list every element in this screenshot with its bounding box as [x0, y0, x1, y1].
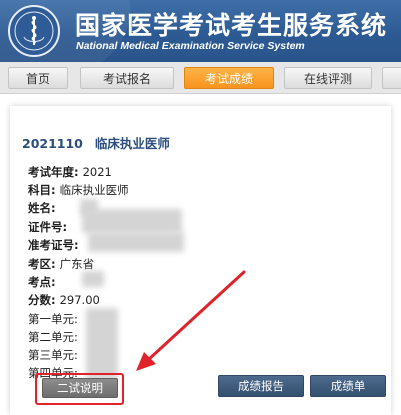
field-value: 2021 — [82, 165, 112, 179]
highlight-box — [35, 373, 124, 405]
exam-name: 临床执业医师 — [94, 136, 170, 151]
tab-online-assessment[interactable]: 在线评测 — [284, 67, 372, 89]
field-label: 分数: — [28, 293, 56, 307]
tab-exam-scores[interactable]: 考试成绩 — [184, 67, 274, 89]
field-id-number: 证件号: — [28, 219, 71, 235]
redacted-site — [82, 271, 104, 287]
medical-exam-logo-icon — [8, 5, 60, 57]
field-label: 第二单元: — [28, 330, 78, 344]
field-score: 分数: 297.00 — [28, 292, 100, 308]
field-name: 姓名: — [28, 200, 60, 216]
field-label: 姓名: — [28, 201, 56, 215]
field-label: 考点: — [28, 275, 56, 289]
tab-exam-registration[interactable]: 考试报名 — [80, 67, 174, 89]
field-unit-1: 第一单元: — [28, 311, 78, 327]
field-site: 考点: — [28, 274, 60, 290]
field-region: 考区: 广东省 — [28, 256, 94, 272]
field-label: 第三单元: — [28, 348, 78, 362]
redacted-ticket-number — [88, 232, 184, 252]
field-label: 准考证号: — [28, 238, 79, 252]
tab-more[interactable] — [382, 67, 401, 89]
field-unit-2: 第二单元: — [28, 329, 78, 345]
exam-heading: 2021110 临床执业医师 — [22, 133, 182, 152]
field-value: 广东省 — [59, 257, 95, 271]
site-title: 国家医学考试考生服务系统 — [75, 11, 388, 40]
site-subtitle: National Medical Examination Service Sys… — [76, 40, 305, 52]
main-nav: 首页 考试报名 考试成绩 在线评测 — [0, 62, 401, 94]
field-label: 考试年度: — [28, 165, 79, 179]
score-report-button[interactable]: 成绩报告 — [218, 375, 304, 397]
score-sheet-button[interactable]: 成绩单 — [310, 375, 386, 397]
exam-code: 2021110 — [22, 136, 83, 151]
field-unit-3: 第三单元: — [28, 347, 78, 363]
field-subject: 科目: 临床执业医师 — [28, 182, 129, 198]
field-label: 证件号: — [28, 220, 68, 234]
redacted-unit-scores — [86, 308, 118, 380]
field-label: 科目: — [28, 183, 56, 197]
field-value: 297.00 — [59, 293, 100, 307]
field-year: 考试年度: 2021 — [28, 164, 112, 180]
field-value: 临床执业医师 — [59, 183, 129, 197]
redacted-id-number — [82, 209, 182, 233]
site-header: 国家医学考试考生服务系统 National Medical Examinatio… — [0, 0, 401, 62]
field-ticket-number: 准考证号: — [28, 237, 83, 253]
tab-home[interactable]: 首页 — [8, 67, 68, 89]
field-label: 第一单元: — [28, 312, 78, 326]
field-label: 考区: — [28, 257, 56, 271]
